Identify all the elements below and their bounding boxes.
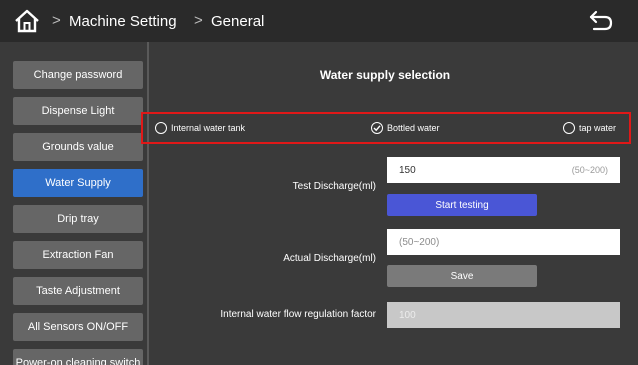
breadcrumb-separator: >	[194, 12, 203, 29]
actual-discharge-label: Actual Discharge(ml)	[283, 253, 376, 264]
test-discharge-value: 150	[399, 164, 416, 176]
sidebar-item-grounds-value[interactable]: Grounds value	[13, 133, 143, 161]
sidebar-item-change-password[interactable]: Change password	[13, 61, 143, 89]
flow-factor-label: Internal water flow regulation factor	[220, 309, 376, 320]
sidebar-item-taste-adjustment[interactable]: Taste Adjustment	[13, 277, 143, 305]
top-bar: > Machine Setting > General	[0, 0, 638, 42]
save-button[interactable]: Save	[387, 265, 537, 287]
radio-label: tap water	[579, 123, 617, 133]
page-title: Water supply selection	[319, 68, 451, 82]
radio-unchecked-icon	[155, 122, 167, 134]
radio-label: Bottled water	[387, 123, 440, 133]
test-discharge-label: Test Discharge(ml)	[292, 181, 376, 192]
range-hint: (50~200)	[571, 165, 608, 175]
flow-factor-value: 100	[399, 309, 416, 321]
radio-tap-water[interactable]: tap water	[563, 122, 616, 134]
sidebar-item-power-on-cleaning[interactable]: Power-on cleaning switch	[13, 349, 143, 365]
breadcrumb-general: General	[211, 13, 265, 30]
radio-unchecked-icon	[563, 122, 575, 134]
radio-bottled-water[interactable]: Bottled water	[371, 122, 440, 134]
actual-discharge-placeholder: (50~200)	[399, 236, 440, 248]
radio-label: Internal water tank	[171, 123, 246, 133]
home-icon[interactable]	[14, 9, 40, 33]
sidebar-item-all-sensors[interactable]: All Sensors ON/OFF	[13, 313, 143, 341]
actual-discharge-input[interactable]: (50~200)	[387, 229, 620, 255]
radio-checked-icon	[371, 122, 383, 134]
sidebar: Change password Dispense Light Grounds v…	[0, 42, 149, 365]
water-source-options: Internal water tank Bottled water tap wa…	[141, 112, 631, 144]
start-testing-button[interactable]: Start testing	[387, 194, 537, 216]
sidebar-item-extraction-fan[interactable]: Extraction Fan	[13, 241, 143, 269]
test-discharge-input[interactable]: 150 (50~200)	[387, 157, 620, 183]
back-arrow-icon[interactable]	[588, 10, 614, 32]
radio-internal-water-tank[interactable]: Internal water tank	[155, 122, 245, 134]
sidebar-item-drip-tray[interactable]: Drip tray	[13, 205, 143, 233]
breadcrumb-machine-setting[interactable]: Machine Setting	[69, 13, 177, 30]
flow-factor-input: 100	[387, 302, 620, 328]
sidebar-item-dispense-light[interactable]: Dispense Light	[13, 97, 143, 125]
sidebar-item-water-supply[interactable]: Water Supply	[13, 169, 143, 197]
breadcrumb-separator: >	[52, 12, 61, 29]
